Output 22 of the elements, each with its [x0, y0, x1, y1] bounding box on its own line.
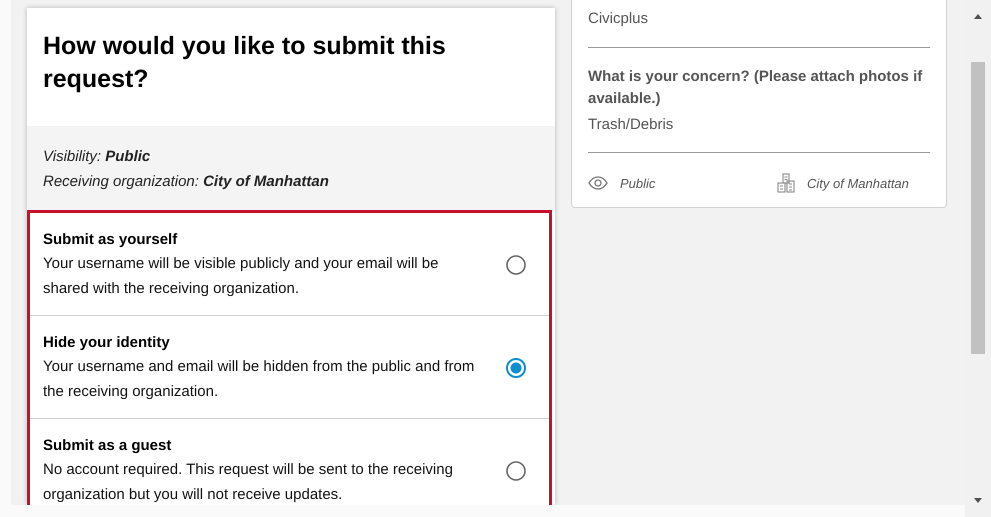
answer-text: Trash/Debris — [588, 115, 674, 135]
radio-button[interactable] — [505, 254, 527, 276]
radio-button[interactable] — [505, 357, 527, 379]
option-title: Hide your identity — [43, 333, 171, 353]
scroll-up-icon[interactable] — [974, 14, 982, 19]
option-title: Submit as yourself — [43, 230, 178, 250]
option-description: No account required. This request will be sent to the receiving organization but you will not receive updates. — [43, 460, 454, 505]
organization-value: City of Manhattan — [807, 176, 909, 190]
building-icon — [777, 173, 795, 193]
scroll-down-icon[interactable] — [974, 498, 982, 503]
option-description: Your username will be visible publicly and your email will be shared with the receiving organization. — [43, 254, 440, 299]
page-heading: How would you like to submit this request? — [42, 31, 447, 95]
option-title: Submit as a guest — [43, 436, 172, 456]
author-name: Civicplus — [588, 8, 930, 48]
visibility-value: Public — [620, 176, 656, 190]
eye-icon — [588, 176, 608, 190]
radio-button[interactable] — [505, 460, 527, 482]
scrollbar-thumb[interactable] — [971, 62, 985, 354]
question-label: What is your concern? (Please attach photos if available.) — [588, 67, 924, 109]
visibility-text: Visibility: Public — [43, 147, 152, 167]
organization-text: Receiving organization: City of Manhattan — [43, 172, 330, 192]
option-description: Your username and email will be hidden from the public and from the receiving organization. — [43, 357, 475, 402]
